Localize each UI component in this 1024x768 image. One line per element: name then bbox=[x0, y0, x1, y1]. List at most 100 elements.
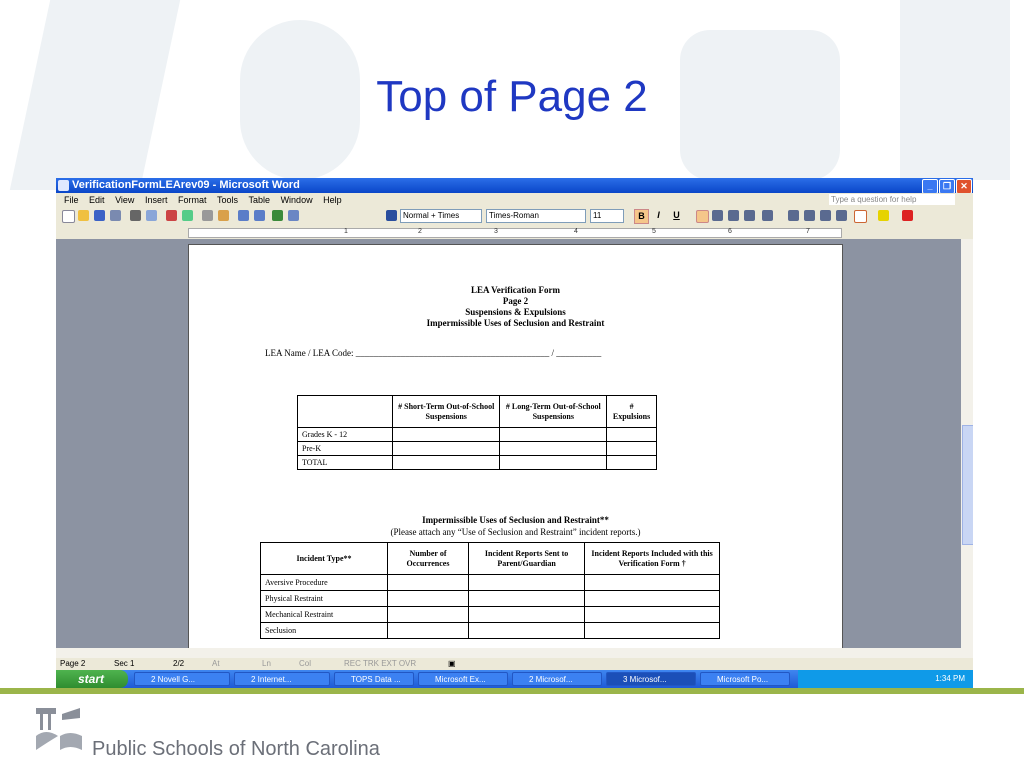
table-cell[interactable] bbox=[467, 622, 586, 639]
table-cell[interactable] bbox=[391, 427, 501, 442]
row-label: Mechanical Restraint bbox=[260, 606, 388, 623]
system-tray: 1:34 PM bbox=[798, 670, 973, 688]
align-center-icon[interactable] bbox=[712, 210, 723, 221]
section2-subtitle: (Please attach any “Use of Seclusion and… bbox=[390, 527, 641, 537]
taskbar-item[interactable]: 2 Novell G... bbox=[134, 672, 230, 686]
bold-button[interactable]: B bbox=[634, 209, 649, 224]
paste-icon[interactable] bbox=[218, 210, 229, 221]
taskbar: start 2 Novell G... 2 Internet... TOPS D… bbox=[56, 670, 973, 688]
menu-help[interactable]: Help bbox=[323, 195, 342, 205]
numbering-icon[interactable] bbox=[788, 210, 799, 221]
table-cell[interactable] bbox=[467, 590, 586, 607]
word-app-icon bbox=[58, 180, 69, 191]
document-area[interactable]: LEA Verification Form Page 2 Suspensions… bbox=[56, 239, 961, 648]
taskbar-item[interactable]: 2 Microsof... bbox=[512, 672, 602, 686]
table-cell[interactable] bbox=[584, 574, 720, 591]
style-select[interactable]: Normal + Times bbox=[400, 209, 482, 223]
row-label: Seclusion bbox=[260, 622, 388, 639]
menu-tools[interactable]: Tools bbox=[217, 195, 238, 205]
open-folder-icon[interactable] bbox=[78, 210, 89, 221]
table-cell[interactable] bbox=[467, 574, 586, 591]
menu-insert[interactable]: Insert bbox=[145, 195, 168, 205]
help-search-input[interactable]: Type a question for help bbox=[829, 194, 955, 205]
table-cell[interactable] bbox=[606, 455, 657, 470]
align-left-icon[interactable] bbox=[696, 210, 709, 223]
table-cell[interactable] bbox=[387, 574, 469, 591]
redo-icon[interactable] bbox=[254, 210, 265, 221]
taskbar-item[interactable]: 2 Internet... bbox=[234, 672, 330, 686]
hyperlink-icon[interactable] bbox=[272, 210, 283, 221]
taskbar-item[interactable]: 3 Microsof... bbox=[606, 672, 696, 686]
increase-indent-icon[interactable] bbox=[836, 210, 847, 221]
table-cell[interactable] bbox=[499, 441, 608, 456]
form-subtitle: Impermissible Uses of Seclusion and Rest… bbox=[426, 318, 605, 328]
table-cell[interactable] bbox=[387, 606, 469, 623]
table-header-cell: # Short-Term Out-of-School Suspensions bbox=[391, 395, 501, 428]
table-cell[interactable] bbox=[584, 622, 720, 639]
print-icon[interactable] bbox=[130, 210, 141, 221]
menu-edit[interactable]: Edit bbox=[89, 195, 105, 205]
minimize-icon[interactable]: _ bbox=[922, 179, 938, 194]
border-icon[interactable] bbox=[854, 210, 867, 223]
menu-table[interactable]: Table bbox=[249, 195, 271, 205]
underline-button[interactable]: U bbox=[670, 209, 683, 222]
table-cell[interactable] bbox=[387, 590, 469, 607]
table-cell[interactable] bbox=[499, 455, 608, 470]
lea-name-field[interactable]: LEA Name / LEA Code: ___________________… bbox=[265, 348, 601, 358]
highlight-icon[interactable] bbox=[878, 210, 889, 221]
italic-button[interactable]: I bbox=[652, 209, 665, 222]
row-label: Aversive Procedure bbox=[260, 574, 388, 591]
permission-icon[interactable] bbox=[110, 210, 121, 221]
form-section-label: Suspensions & Expulsions bbox=[465, 307, 566, 317]
taskbar-item[interactable]: Microsoft Ex... bbox=[418, 672, 508, 686]
seclusion-restraint-table: Incident Type** Number of Occurrences In… bbox=[260, 542, 720, 639]
cut-icon[interactable] bbox=[202, 210, 213, 221]
table-cell[interactable] bbox=[391, 455, 501, 470]
print-preview-icon[interactable] bbox=[146, 210, 157, 221]
table-header-cell: Incident Reports Included with this Veri… bbox=[584, 542, 720, 575]
table-cell[interactable] bbox=[499, 427, 608, 442]
ruler-number: 6 bbox=[728, 228, 732, 235]
table-cell[interactable] bbox=[467, 606, 586, 623]
justify-icon[interactable] bbox=[744, 210, 755, 221]
ruler[interactable]: 1 2 3 4 5 6 7 bbox=[56, 225, 973, 239]
font-color-icon[interactable] bbox=[902, 210, 913, 221]
font-size-select[interactable]: 11 bbox=[590, 209, 624, 223]
new-document-icon[interactable] bbox=[62, 210, 75, 223]
research-icon[interactable] bbox=[182, 210, 193, 221]
align-right-icon[interactable] bbox=[728, 210, 739, 221]
title-bar: VerificationFormLEArev09 - Microsoft Wor… bbox=[56, 178, 973, 194]
undo-icon[interactable] bbox=[238, 210, 249, 221]
table-cell[interactable] bbox=[391, 441, 501, 456]
close-icon[interactable]: ✕ bbox=[956, 179, 972, 194]
bullets-icon[interactable] bbox=[804, 210, 815, 221]
vertical-scrollbar[interactable] bbox=[961, 239, 973, 648]
table-cell[interactable] bbox=[584, 606, 720, 623]
menu-format[interactable]: Format bbox=[178, 195, 207, 205]
horizontal-scrollbar[interactable] bbox=[56, 648, 973, 658]
styles-icon[interactable] bbox=[386, 210, 397, 221]
start-button[interactable]: start bbox=[56, 670, 128, 688]
table-cell[interactable] bbox=[584, 590, 720, 607]
document-page[interactable]: LEA Verification Form Page 2 Suspensions… bbox=[188, 244, 843, 648]
taskbar-item[interactable]: Microsoft Po... bbox=[700, 672, 790, 686]
font-select[interactable]: Times-Roman bbox=[486, 209, 586, 223]
menu-file[interactable]: File bbox=[64, 195, 79, 205]
table-row: Aversive Procedure bbox=[260, 574, 720, 591]
menu-view[interactable]: View bbox=[115, 195, 134, 205]
ruler-track[interactable] bbox=[188, 228, 842, 238]
table-cell[interactable] bbox=[387, 622, 469, 639]
taskbar-item[interactable]: TOPS Data ... bbox=[334, 672, 414, 686]
decrease-indent-icon[interactable] bbox=[820, 210, 831, 221]
word-window: VerificationFormLEArev09 - Microsoft Wor… bbox=[56, 178, 973, 688]
spelling-icon[interactable] bbox=[166, 210, 177, 221]
menu-window[interactable]: Window bbox=[281, 195, 313, 205]
line-spacing-icon[interactable] bbox=[762, 210, 773, 221]
table-icon[interactable] bbox=[288, 210, 299, 221]
table-cell[interactable] bbox=[606, 427, 657, 442]
ruler-number: 4 bbox=[574, 228, 578, 235]
table-cell[interactable] bbox=[606, 441, 657, 456]
save-icon[interactable] bbox=[94, 210, 105, 221]
restore-icon[interactable]: ❐ bbox=[939, 179, 955, 194]
scrollbar-thumb[interactable] bbox=[962, 425, 973, 545]
